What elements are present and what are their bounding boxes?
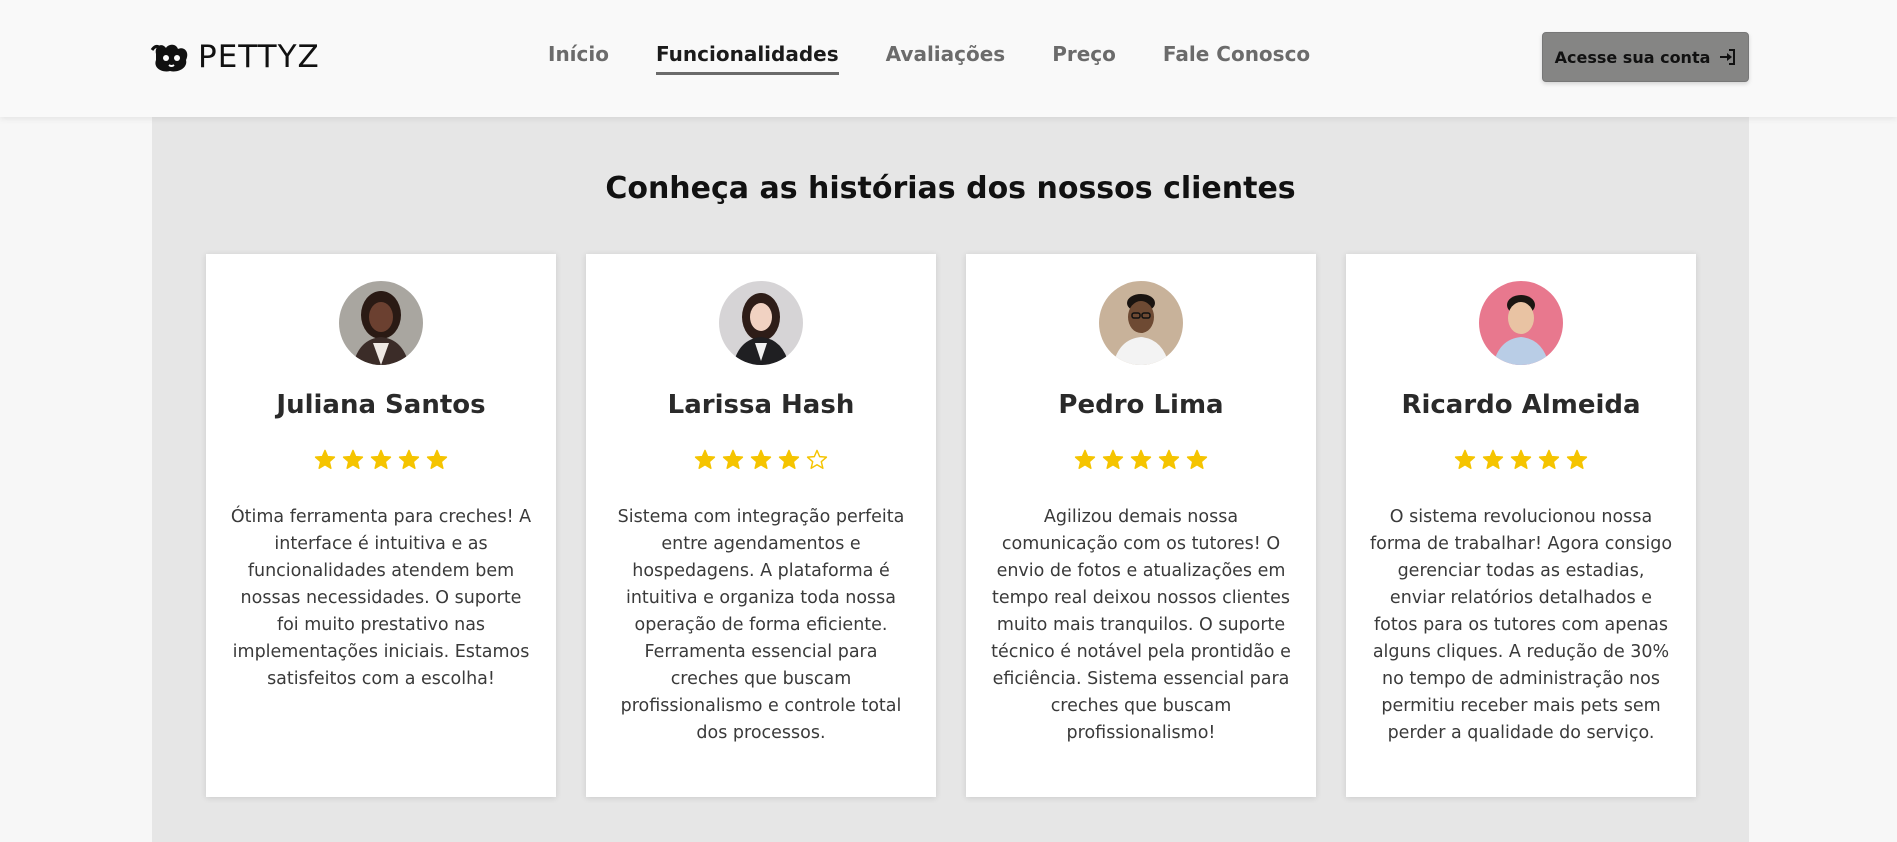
star-filled-icon <box>750 449 772 469</box>
star-filled-icon <box>1102 449 1124 469</box>
star-filled-icon <box>1158 449 1180 469</box>
reviewer-name: Juliana Santos <box>276 390 486 420</box>
sign-in-icon <box>1720 49 1736 65</box>
star-rating <box>586 449 936 471</box>
account-login-button[interactable]: Acesse sua conta <box>1542 32 1749 82</box>
review-text: O sistema revolucionou nossa forma de tr… <box>1369 507 1673 743</box>
testimonial-card: Ricardo Almeida O sistema revolucionou n… <box>1346 254 1696 797</box>
nav-item-inicio[interactable]: Início <box>548 42 609 75</box>
star-filled-icon <box>722 449 744 469</box>
dog-logo-icon <box>150 44 188 72</box>
star-filled-icon <box>778 449 800 469</box>
account-button-label: Acesse sua conta <box>1554 47 1711 67</box>
nav-item-avaliacoes[interactable]: Avaliações <box>886 42 1006 75</box>
testimonial-cards: Juliana Santos Ótima ferramenta para cre… <box>206 254 1696 797</box>
logo-text: PETTYZ <box>198 39 320 75</box>
star-filled-icon <box>1074 449 1096 469</box>
section-title: Conheça as histórias dos nossos clientes <box>605 171 1296 206</box>
star-rating <box>966 449 1316 471</box>
site-header: PETTYZ Início Funcionalidades Avaliações… <box>0 0 1897 117</box>
star-filled-icon <box>1186 449 1208 469</box>
star-filled-icon <box>1130 449 1152 469</box>
star-filled-icon <box>1454 449 1476 469</box>
star-filled-icon <box>314 449 336 469</box>
main-nav: Início Funcionalidades Avaliações Preço … <box>548 42 1310 75</box>
reviewer-name: Pedro Lima <box>1058 390 1224 420</box>
star-filled-icon <box>1482 449 1504 469</box>
star-filled-icon <box>1538 449 1560 469</box>
logo[interactable]: PETTYZ <box>150 36 320 78</box>
nav-item-preco[interactable]: Preço <box>1052 42 1116 75</box>
testimonial-card: Juliana Santos Ótima ferramenta para cre… <box>206 254 556 797</box>
star-filled-icon <box>426 449 448 469</box>
review-text: Agilizou demais nossa comunicação com os… <box>991 507 1291 743</box>
review-text: Sistema com integração perfeita entre ag… <box>617 507 905 743</box>
avatar <box>339 281 423 365</box>
avatar <box>1479 281 1563 365</box>
star-rating <box>1346 449 1696 471</box>
testimonial-card: Larissa Hash Sistema com integração perf… <box>586 254 936 797</box>
review-text: Ótima ferramenta para creches! A interfa… <box>230 507 532 689</box>
testimonial-card: Pedro Lima Agilizou demais nossa comunic… <box>966 254 1316 797</box>
star-empty-icon <box>806 449 828 469</box>
testimonials-section: Conheça as histórias dos nossos clientes… <box>152 117 1749 842</box>
avatar <box>1099 281 1183 365</box>
star-filled-icon <box>342 449 364 469</box>
nav-item-fale-conosco[interactable]: Fale Conosco <box>1163 42 1310 75</box>
star-rating <box>206 449 556 471</box>
reviewer-name: Larissa Hash <box>667 390 855 420</box>
star-filled-icon <box>1510 449 1532 469</box>
star-filled-icon <box>370 449 392 469</box>
star-filled-icon <box>694 449 716 469</box>
nav-item-funcionalidades[interactable]: Funcionalidades <box>656 42 839 75</box>
reviewer-name: Ricardo Almeida <box>1401 390 1641 420</box>
star-filled-icon <box>398 449 420 469</box>
avatar <box>719 281 803 365</box>
star-filled-icon <box>1566 449 1588 469</box>
